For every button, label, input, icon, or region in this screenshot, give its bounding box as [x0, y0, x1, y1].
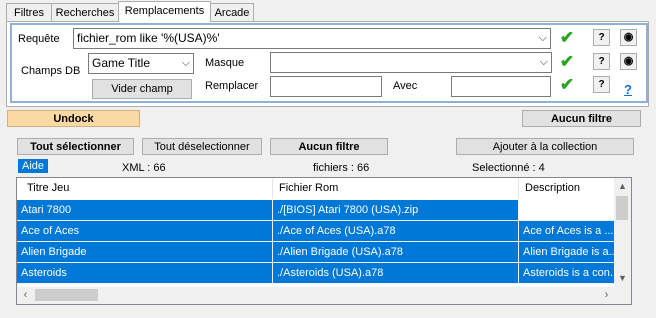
tab-filtres[interactable]: Filtres: [6, 3, 52, 21]
column-header-description[interactable]: Description: [519, 178, 615, 199]
chevron-down-icon[interactable]: ⌵: [540, 53, 548, 72]
deselect-all-button[interactable]: Tout déselectionner: [142, 138, 262, 155]
masque-label: Masque: [205, 57, 245, 69]
cell-titre: Alien Brigade: [17, 242, 273, 263]
cell-description: Ace of Aces is a ...: [519, 221, 615, 242]
help-link[interactable]: ?: [624, 82, 632, 97]
cell-fichier: ./[BIOS] Atari 7800 (USA).zip: [273, 200, 519, 221]
requete-input[interactable]: fichier_rom like '%(USA)%' ⌵: [73, 28, 551, 49]
vertical-scroll-thumb[interactable]: [616, 196, 628, 220]
requete-eye-icon[interactable]: ◉: [620, 29, 637, 46]
selected-count: Selectionné : 4: [472, 162, 545, 174]
aucun-filtre-top-button[interactable]: Aucun filtre: [522, 110, 641, 127]
scroll-corner: [614, 287, 631, 304]
remplacer-input[interactable]: [270, 76, 382, 97]
requete-help-button[interactable]: ?: [593, 29, 610, 46]
vider-champ-button[interactable]: Vider champ: [92, 79, 192, 99]
cell-fichier: ./Asteroids (USA).a78: [273, 263, 519, 284]
scroll-left-icon[interactable]: ‹: [17, 287, 34, 304]
cell-titre: Asteroids: [17, 263, 273, 284]
champs-db-label: Champs DB: [21, 65, 81, 77]
scroll-down-icon[interactable]: ▼: [614, 270, 631, 287]
masque-help-button[interactable]: ?: [593, 53, 610, 70]
table-row[interactable]: Atari 7800 ./[BIOS] Atari 7800 (USA).zip: [17, 200, 615, 221]
aucun-filtre-button[interactable]: Aucun filtre: [270, 138, 388, 155]
cell-description: [519, 200, 615, 221]
column-header-titre[interactable]: Titre Jeu: [17, 178, 273, 199]
tab-arcade[interactable]: Arcade: [210, 3, 254, 21]
avec-label: Avec: [393, 80, 418, 92]
aide-label[interactable]: Aide: [18, 159, 49, 173]
apply-remplacer-check-icon[interactable]: ✔: [557, 75, 577, 95]
avec-input[interactable]: [451, 76, 551, 97]
select-all-button[interactable]: Tout sélectionner: [17, 138, 134, 155]
cell-fichier: ./Alien Brigade (USA).a78: [273, 242, 519, 263]
table-row[interactable]: Ace of Aces ./Ace of Aces (USA).a78 Ace …: [17, 221, 615, 242]
table-row[interactable]: Asteroids ./Asteroids (USA).a78 Asteroid…: [17, 263, 615, 284]
apply-requete-check-icon[interactable]: ✔: [557, 28, 577, 48]
scroll-up-icon[interactable]: ▲: [614, 178, 631, 195]
tab-remplacements[interactable]: Remplacements: [118, 1, 211, 22]
cell-description: Asteroids is a con...: [519, 263, 615, 284]
cell-titre: Atari 7800: [17, 200, 273, 221]
chevron-down-icon[interactable]: ⌵: [539, 29, 547, 48]
masque-input[interactable]: ⌵: [270, 52, 552, 73]
table-row[interactable]: Alien Brigade ./Alien Brigade (USA).a78 …: [17, 242, 615, 263]
tab-recherches[interactable]: Recherches: [51, 3, 119, 21]
column-header-fichier[interactable]: Fichier Rom: [273, 178, 519, 199]
cell-description: Alien Brigade is a...: [519, 242, 615, 263]
masque-eye-icon[interactable]: ◉: [620, 53, 637, 70]
xml-count: XML : 66: [122, 162, 166, 174]
vertical-scrollbar[interactable]: ▲ ▼: [614, 178, 631, 287]
horizontal-scrollbar[interactable]: ‹ ›: [17, 287, 615, 304]
add-to-collection-button[interactable]: Ajouter à la collection: [456, 138, 634, 155]
fichiers-count: fichiers : 66: [313, 162, 370, 174]
apply-masque-check-icon[interactable]: ✔: [557, 52, 577, 72]
horizontal-scroll-thumb[interactable]: [35, 289, 98, 301]
undock-button[interactable]: Undock: [7, 110, 140, 127]
champs-db-value: Game Title: [92, 56, 151, 70]
remplacer-help-button[interactable]: ?: [593, 76, 610, 93]
cell-titre: Ace of Aces: [17, 221, 273, 242]
scroll-right-icon[interactable]: ›: [598, 287, 615, 304]
chevron-down-icon[interactable]: ⌵: [182, 54, 190, 73]
requete-value: fichier_rom like '%(USA)%': [77, 31, 220, 45]
requete-label: Requête: [18, 33, 60, 45]
remplacer-label: Remplacer: [205, 80, 259, 92]
games-table[interactable]: Titre Jeu Fichier Rom Description Atari …: [16, 177, 632, 305]
champs-db-select[interactable]: Game Title ⌵: [88, 53, 194, 74]
cell-fichier: ./Ace of Aces (USA).a78: [273, 221, 519, 242]
